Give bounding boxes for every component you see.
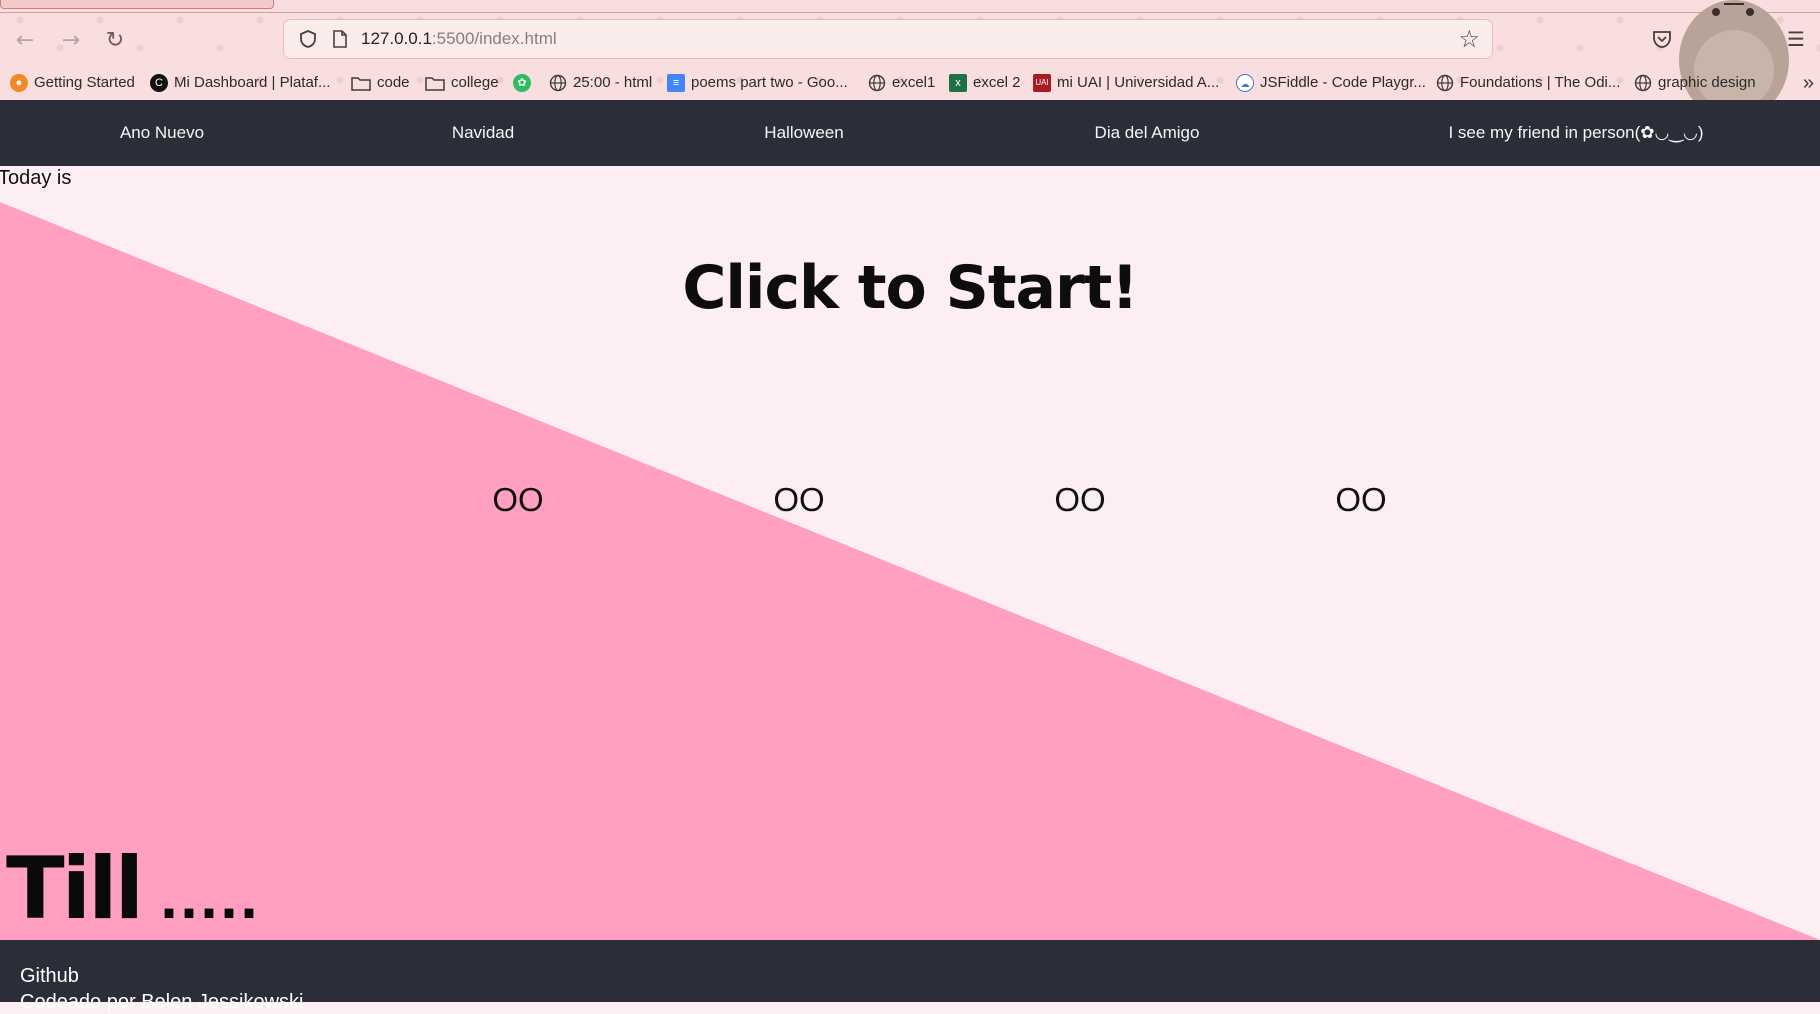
till-heading: Till ..... [6, 844, 260, 940]
bookmark-label: college [451, 74, 499, 91]
bookmark-getting-started[interactable]: ● Getting Started [10, 72, 135, 94]
author-link[interactable]: Belen Jessikowski [141, 991, 303, 1013]
bookmark-label: excel1 [892, 74, 936, 91]
credit-prefix: Codeado por [20, 991, 142, 1013]
footer: Github Codeado por Belen Jessikowski [0, 940, 1820, 1013]
star-icon[interactable]: ☆ [1458, 26, 1480, 52]
bookmark-label: JSFiddle - Code Playgr... [1260, 74, 1426, 91]
globe-icon [868, 74, 886, 92]
today-label: Today is [0, 167, 72, 189]
shield-icon[interactable] [298, 29, 318, 49]
uai-icon: UAI [1033, 74, 1051, 92]
reload-icon[interactable]: ↻ [100, 26, 130, 56]
globe-icon [1436, 74, 1454, 92]
coderhouse-icon: C [150, 74, 168, 92]
bookmark-foundations-odin[interactable]: Foundations | The Odi... [1436, 72, 1620, 94]
hamburger-icon[interactable]: ☰ [1782, 24, 1810, 54]
arrow-left-icon[interactable]: ← [10, 26, 40, 56]
url-text[interactable]: 127.0.0.1:5500/index.html [361, 29, 557, 49]
bookmark-label: code [377, 74, 410, 91]
bookmark-label: excel 2 [973, 74, 1021, 91]
bookmark-jsfiddle[interactable]: ☁ JSFiddle - Code Playgr... [1236, 72, 1426, 94]
address-bar[interactable]: 127.0.0.1:5500/index.html ☆ [284, 20, 1492, 58]
bookmark-label: graphic design [1658, 74, 1756, 91]
click-to-start-heading[interactable]: Click to Start! [0, 250, 1820, 326]
folder-icon [351, 77, 371, 91]
nav-link-dia-del-amigo[interactable]: Dia del Amigo [1095, 100, 1200, 166]
site-navbar: Ano Nuevo Navidad Halloween Dia del Amig… [0, 100, 1820, 166]
bookmark-excel1[interactable]: excel1 [868, 72, 935, 94]
firefox-icon: ● [10, 74, 28, 92]
folder-icon [425, 77, 445, 91]
bookmark-label: Foundations | The Odi... [1460, 74, 1621, 91]
till-word: Till [6, 839, 144, 939]
bookmarks-toolbar: ● Getting Started C Mi Dashboard | Plata… [0, 68, 1820, 98]
bookmark-evernote[interactable]: ✿ [513, 72, 531, 94]
bookmark-label: 25:00 - html [573, 74, 653, 91]
footer-credit: Codeado por Belen Jessikowski [20, 990, 304, 1014]
countdown-hours: OO [773, 481, 825, 518]
bookmark-graphic-design[interactable]: graphic design [1634, 72, 1756, 94]
arrow-right-icon[interactable]: → [56, 26, 86, 56]
till-dots: ..... [141, 872, 260, 930]
countdown-days: OO [492, 481, 544, 518]
excel-icon: x [949, 74, 967, 92]
jsfiddle-icon: ☁ [1236, 74, 1254, 92]
google-docs-icon: ≡ [667, 74, 685, 92]
bookmark-mi-uai[interactable]: UAI mi UAI | Universidad A... [1033, 72, 1219, 94]
bookmark-label: mi UAI | Universidad A... [1057, 74, 1220, 91]
bookmark-excel-2[interactable]: x excel 2 [949, 72, 1021, 94]
bookmark-label: Mi Dashboard | Plataf... [174, 74, 331, 91]
evernote-icon: ✿ [513, 74, 531, 92]
bookmark-label: poems part two - Goo... [691, 74, 848, 91]
tab-strip-divider [0, 12, 1820, 13]
github-link[interactable]: Github [20, 964, 79, 988]
nav-link-halloween[interactable]: Halloween [764, 100, 843, 166]
page-icon[interactable] [331, 29, 349, 49]
bookmark-label: Getting Started [34, 74, 135, 91]
nav-link-friend-in-person[interactable]: I see my friend in person(✿◡‿◡) [1448, 100, 1703, 166]
countdown-minutes: OO [1054, 481, 1106, 518]
nav-link-navidad[interactable]: Navidad [452, 100, 514, 166]
browser-chrome: ← → ↻ 127.0.0.1:5500/index.html ☆ ☰ ● Ge… [0, 0, 1820, 100]
bookmark-folder-code[interactable]: code [351, 72, 410, 94]
bookmark-25-00-html[interactable]: 25:00 - html [549, 72, 652, 94]
browser-tab[interactable] [0, 0, 274, 9]
bookmark-poems-part-two[interactable]: ≡ poems part two - Goo... [667, 72, 848, 94]
nav-link-ano-nuevo[interactable]: Ano Nuevo [120, 100, 204, 166]
globe-icon [1634, 74, 1652, 92]
globe-icon [549, 74, 567, 92]
countdown-seconds: OO [1335, 481, 1387, 518]
chevron-double-right-icon[interactable]: » [1803, 71, 1814, 95]
bookmark-mi-dashboard[interactable]: C Mi Dashboard | Plataf... [150, 72, 330, 94]
countdown-section: Today is Click to Start! OO OO OO OO Til… [0, 166, 1820, 940]
bookmark-folder-college[interactable]: college [425, 72, 499, 94]
